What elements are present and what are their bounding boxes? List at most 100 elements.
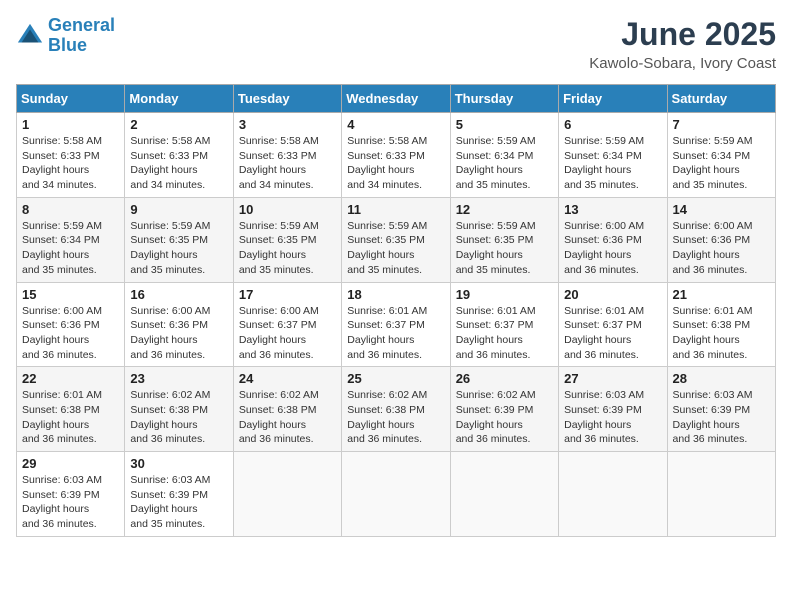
day-number: 3	[239, 117, 336, 132]
day-info: Sunrise: 6:01 AM Sunset: 6:37 PM Dayligh…	[564, 304, 661, 363]
title-area: June 2025 Kawolo-Sobara, Ivory Coast	[589, 16, 776, 72]
day-info: Sunrise: 6:03 AM Sunset: 6:39 PM Dayligh…	[673, 388, 770, 447]
day-info: Sunrise: 5:59 AM Sunset: 6:35 PM Dayligh…	[347, 219, 444, 278]
day-number: 8	[22, 202, 119, 217]
day-info: Sunrise: 5:59 AM Sunset: 6:34 PM Dayligh…	[456, 134, 553, 193]
day-number: 23	[130, 371, 227, 386]
day-info: Sunrise: 6:00 AM Sunset: 6:36 PM Dayligh…	[673, 219, 770, 278]
logo-icon	[16, 22, 44, 50]
day-info: Sunrise: 6:03 AM Sunset: 6:39 PM Dayligh…	[564, 388, 661, 447]
day-info: Sunrise: 5:59 AM Sunset: 6:35 PM Dayligh…	[239, 219, 336, 278]
calendar-week-row: 8 Sunrise: 5:59 AM Sunset: 6:34 PM Dayli…	[17, 197, 776, 282]
day-number: 30	[130, 456, 227, 471]
day-number: 21	[673, 287, 770, 302]
calendar-day-cell: 2 Sunrise: 5:58 AM Sunset: 6:33 PM Dayli…	[125, 113, 233, 198]
day-info: Sunrise: 6:00 AM Sunset: 6:36 PM Dayligh…	[564, 219, 661, 278]
day-info: Sunrise: 6:02 AM Sunset: 6:38 PM Dayligh…	[130, 388, 227, 447]
day-number: 24	[239, 371, 336, 386]
col-wednesday: Wednesday	[342, 85, 450, 113]
calendar-day-cell: 26 Sunrise: 6:02 AM Sunset: 6:39 PM Dayl…	[450, 367, 558, 452]
calendar-day-cell: 9 Sunrise: 5:59 AM Sunset: 6:35 PM Dayli…	[125, 197, 233, 282]
calendar-day-cell: 15 Sunrise: 6:00 AM Sunset: 6:36 PM Dayl…	[17, 282, 125, 367]
day-number: 28	[673, 371, 770, 386]
day-info: Sunrise: 5:58 AM Sunset: 6:33 PM Dayligh…	[347, 134, 444, 193]
calendar-day-cell: 10 Sunrise: 5:59 AM Sunset: 6:35 PM Dayl…	[233, 197, 341, 282]
day-number: 19	[456, 287, 553, 302]
day-number: 17	[239, 287, 336, 302]
day-info: Sunrise: 6:00 AM Sunset: 6:36 PM Dayligh…	[22, 304, 119, 363]
day-number: 22	[22, 371, 119, 386]
day-info: Sunrise: 6:03 AM Sunset: 6:39 PM Dayligh…	[22, 473, 119, 532]
calendar-day-cell: 28 Sunrise: 6:03 AM Sunset: 6:39 PM Dayl…	[667, 367, 775, 452]
day-number: 27	[564, 371, 661, 386]
day-number: 10	[239, 202, 336, 217]
day-info: Sunrise: 5:59 AM Sunset: 6:35 PM Dayligh…	[456, 219, 553, 278]
empty-cell	[233, 452, 341, 537]
day-number: 20	[564, 287, 661, 302]
day-number: 9	[130, 202, 227, 217]
col-tuesday: Tuesday	[233, 85, 341, 113]
logo-text: General Blue	[48, 16, 115, 56]
calendar-day-cell: 29 Sunrise: 6:03 AM Sunset: 6:39 PM Dayl…	[17, 452, 125, 537]
calendar-header-row: Sunday Monday Tuesday Wednesday Thursday…	[17, 85, 776, 113]
day-number: 6	[564, 117, 661, 132]
day-info: Sunrise: 6:00 AM Sunset: 6:37 PM Dayligh…	[239, 304, 336, 363]
month-year-title: June 2025	[589, 16, 776, 53]
day-info: Sunrise: 6:03 AM Sunset: 6:39 PM Dayligh…	[130, 473, 227, 532]
calendar-day-cell: 8 Sunrise: 5:59 AM Sunset: 6:34 PM Dayli…	[17, 197, 125, 282]
calendar-day-cell: 6 Sunrise: 5:59 AM Sunset: 6:34 PM Dayli…	[559, 113, 667, 198]
day-info: Sunrise: 6:02 AM Sunset: 6:38 PM Dayligh…	[239, 388, 336, 447]
calendar-day-cell: 18 Sunrise: 6:01 AM Sunset: 6:37 PM Dayl…	[342, 282, 450, 367]
calendar-day-cell: 30 Sunrise: 6:03 AM Sunset: 6:39 PM Dayl…	[125, 452, 233, 537]
day-info: Sunrise: 6:01 AM Sunset: 6:38 PM Dayligh…	[22, 388, 119, 447]
day-number: 7	[673, 117, 770, 132]
day-number: 25	[347, 371, 444, 386]
day-number: 16	[130, 287, 227, 302]
day-info: Sunrise: 5:58 AM Sunset: 6:33 PM Dayligh…	[130, 134, 227, 193]
col-monday: Monday	[125, 85, 233, 113]
calendar-day-cell: 13 Sunrise: 6:00 AM Sunset: 6:36 PM Dayl…	[559, 197, 667, 282]
empty-cell	[667, 452, 775, 537]
day-info: Sunrise: 5:58 AM Sunset: 6:33 PM Dayligh…	[22, 134, 119, 193]
day-number: 26	[456, 371, 553, 386]
calendar-table: Sunday Monday Tuesday Wednesday Thursday…	[16, 84, 776, 537]
logo: General Blue	[16, 16, 115, 56]
day-number: 13	[564, 202, 661, 217]
calendar-day-cell: 17 Sunrise: 6:00 AM Sunset: 6:37 PM Dayl…	[233, 282, 341, 367]
logo-line1: General	[48, 15, 115, 35]
calendar-day-cell: 23 Sunrise: 6:02 AM Sunset: 6:38 PM Dayl…	[125, 367, 233, 452]
day-number: 5	[456, 117, 553, 132]
day-info: Sunrise: 5:59 AM Sunset: 6:35 PM Dayligh…	[130, 219, 227, 278]
empty-cell	[450, 452, 558, 537]
day-number: 2	[130, 117, 227, 132]
day-number: 4	[347, 117, 444, 132]
day-info: Sunrise: 6:02 AM Sunset: 6:38 PM Dayligh…	[347, 388, 444, 447]
day-info: Sunrise: 6:01 AM Sunset: 6:37 PM Dayligh…	[456, 304, 553, 363]
col-friday: Friday	[559, 85, 667, 113]
calendar-day-cell: 22 Sunrise: 6:01 AM Sunset: 6:38 PM Dayl…	[17, 367, 125, 452]
calendar-week-row: 1 Sunrise: 5:58 AM Sunset: 6:33 PM Dayli…	[17, 113, 776, 198]
logo-line2: Blue	[48, 35, 87, 55]
calendar-day-cell: 16 Sunrise: 6:00 AM Sunset: 6:36 PM Dayl…	[125, 282, 233, 367]
day-info: Sunrise: 6:00 AM Sunset: 6:36 PM Dayligh…	[130, 304, 227, 363]
calendar-week-row: 22 Sunrise: 6:01 AM Sunset: 6:38 PM Dayl…	[17, 367, 776, 452]
calendar-day-cell: 7 Sunrise: 5:59 AM Sunset: 6:34 PM Dayli…	[667, 113, 775, 198]
day-number: 18	[347, 287, 444, 302]
day-info: Sunrise: 5:58 AM Sunset: 6:33 PM Dayligh…	[239, 134, 336, 193]
day-number: 12	[456, 202, 553, 217]
calendar-week-row: 29 Sunrise: 6:03 AM Sunset: 6:39 PM Dayl…	[17, 452, 776, 537]
col-saturday: Saturday	[667, 85, 775, 113]
location-subtitle: Kawolo-Sobara, Ivory Coast	[589, 55, 776, 72]
day-number: 15	[22, 287, 119, 302]
col-sunday: Sunday	[17, 85, 125, 113]
calendar-week-row: 15 Sunrise: 6:00 AM Sunset: 6:36 PM Dayl…	[17, 282, 776, 367]
day-info: Sunrise: 6:01 AM Sunset: 6:37 PM Dayligh…	[347, 304, 444, 363]
empty-cell	[342, 452, 450, 537]
calendar-day-cell: 14 Sunrise: 6:00 AM Sunset: 6:36 PM Dayl…	[667, 197, 775, 282]
calendar-body: 1 Sunrise: 5:58 AM Sunset: 6:33 PM Dayli…	[17, 113, 776, 537]
day-info: Sunrise: 6:02 AM Sunset: 6:39 PM Dayligh…	[456, 388, 553, 447]
day-number: 14	[673, 202, 770, 217]
page-header: General Blue June 2025 Kawolo-Sobara, Iv…	[16, 16, 776, 72]
calendar-day-cell: 21 Sunrise: 6:01 AM Sunset: 6:38 PM Dayl…	[667, 282, 775, 367]
calendar-day-cell: 19 Sunrise: 6:01 AM Sunset: 6:37 PM Dayl…	[450, 282, 558, 367]
